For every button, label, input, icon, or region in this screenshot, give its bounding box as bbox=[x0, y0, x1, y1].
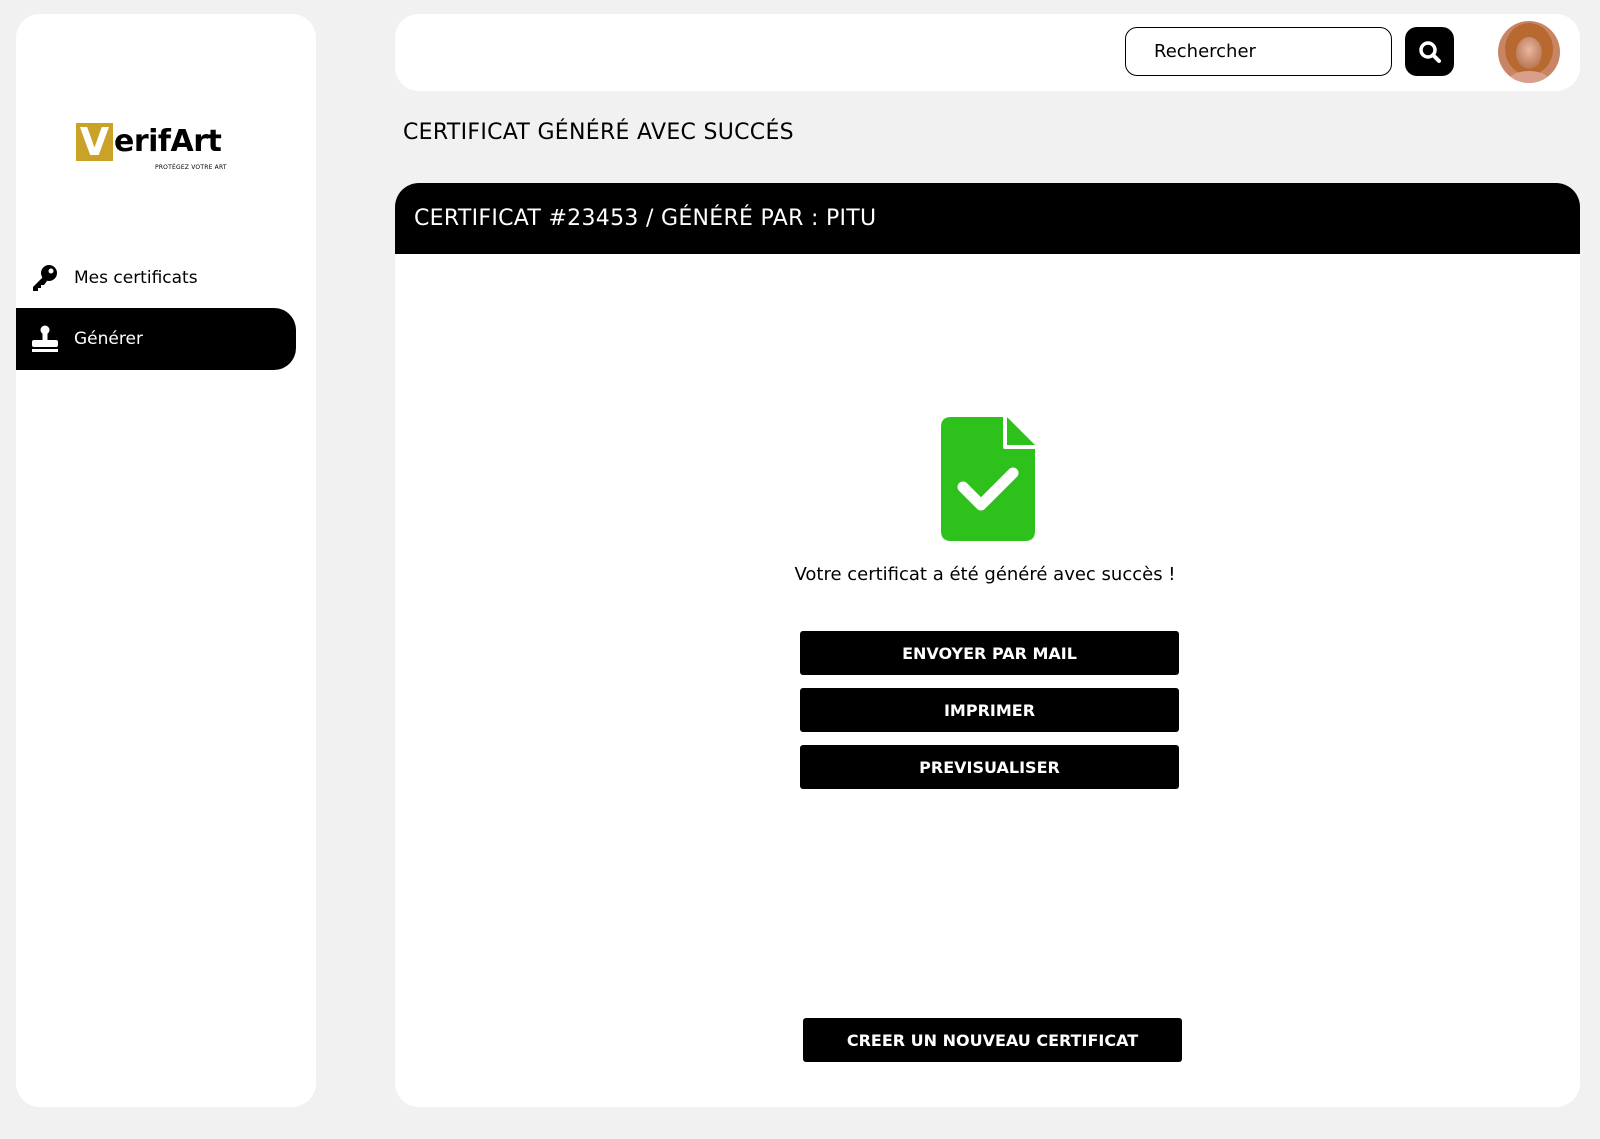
preview-button[interactable]: PREVISUALISER bbox=[800, 745, 1179, 789]
stamp-icon bbox=[30, 324, 60, 354]
logo-v-mark: V bbox=[76, 123, 113, 161]
search-icon bbox=[1418, 40, 1441, 63]
key-icon bbox=[30, 263, 60, 293]
page-title: CERTIFICAT GÉNÉRÉ AVEC SUCCÉS bbox=[403, 120, 794, 145]
file-check-icon bbox=[941, 417, 1035, 541]
sidebar-item-mes-certificats[interactable]: Mes certificats bbox=[16, 247, 296, 309]
search-button[interactable] bbox=[1405, 27, 1454, 76]
verifart-logo[interactable]: V erifArt PROTÉGEZ VOTRE ART bbox=[76, 109, 236, 171]
success-message: Votre certificat a été généré avec succè… bbox=[794, 564, 1176, 585]
certificate-card-header: CERTIFICAT #23453 / GÉNÉRÉ PAR : PITU bbox=[395, 183, 1580, 254]
user-avatar[interactable] bbox=[1498, 21, 1560, 83]
sidebar-item-generer[interactable]: Générer bbox=[16, 308, 296, 370]
print-button[interactable]: IMPRIMER bbox=[800, 688, 1179, 732]
certificate-card: CERTIFICAT #23453 / GÉNÉRÉ PAR : PITU Vo… bbox=[395, 183, 1580, 1107]
sidebar: V erifArt PROTÉGEZ VOTRE ART Mes certifi… bbox=[16, 14, 316, 1107]
logo-wordmark: erifArt bbox=[114, 124, 222, 159]
logo-tagline: PROTÉGEZ VOTRE ART bbox=[155, 164, 227, 171]
create-new-certificate-button[interactable]: CREER UN NOUVEAU CERTIFICAT bbox=[803, 1018, 1182, 1062]
top-bar bbox=[395, 14, 1580, 91]
search-input[interactable] bbox=[1125, 27, 1392, 76]
send-by-mail-button[interactable]: ENVOYER PAR MAIL bbox=[800, 631, 1179, 675]
sidebar-item-label: Mes certificats bbox=[74, 268, 198, 288]
sidebar-item-label: Générer bbox=[74, 329, 143, 349]
